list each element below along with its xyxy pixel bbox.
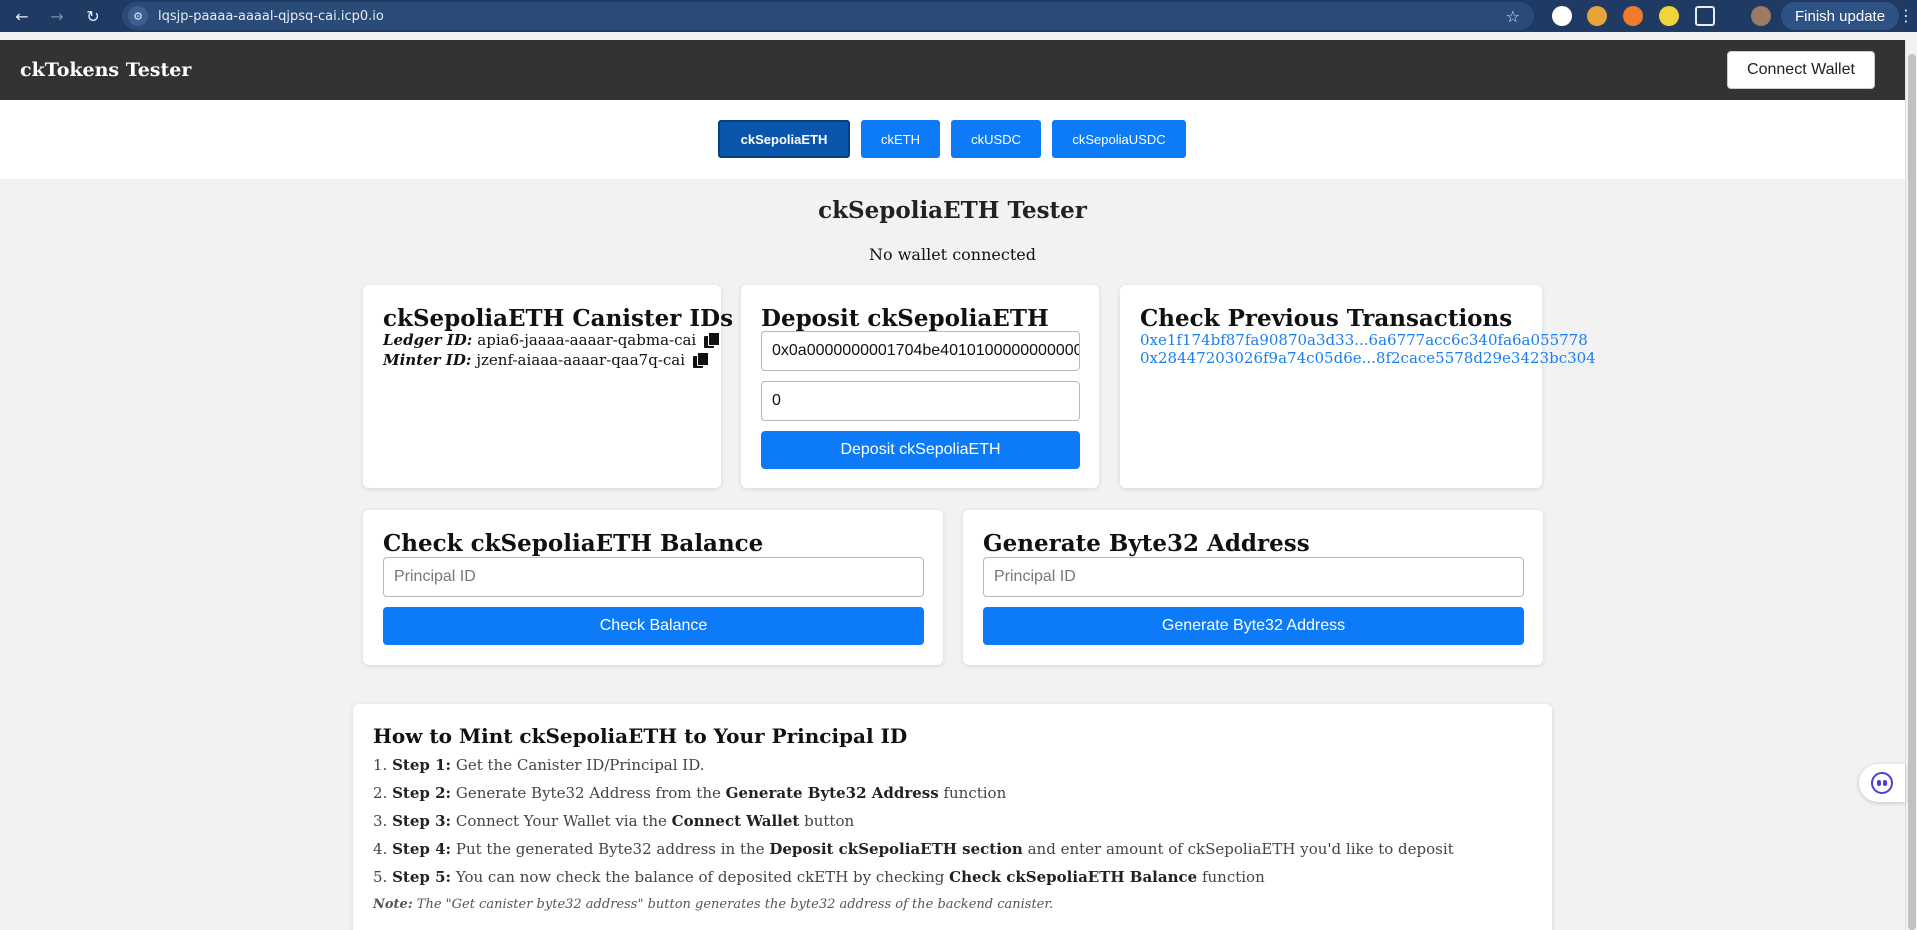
byte32-principal-input[interactable]: Principal ID [983, 557, 1524, 597]
forward-icon[interactable]: → [43, 2, 71, 30]
generate-byte32-button[interactable]: Generate Byte32 Address [983, 607, 1524, 645]
minter-id-row: Minter ID: jzenf-aiaaa-aaaar-qaa7q-cai [383, 351, 710, 369]
minter-id-value: jzenf-aiaaa-aaaar-qaa7q-cai [476, 351, 686, 369]
step-item: 3. Step 3: Connect Your Wallet via the C… [373, 812, 855, 830]
minter-id-label: Minter ID: [383, 351, 472, 369]
ledger-id-row: Ledger ID: apia6-jaaaa-aaaar-qabma-cai [383, 331, 721, 349]
reload-icon[interactable]: ↻ [79, 2, 107, 30]
connect-wallet-button[interactable]: Connect Wallet [1727, 51, 1875, 89]
byte32-card: Generate Byte32 Address Principal ID Gen… [963, 510, 1543, 665]
canister-ids-card: ckSepoliaETH Canister IDs Ledger ID: api… [363, 285, 733, 488]
byte32-title: Generate Byte32 Address [983, 530, 1310, 557]
transaction-link[interactable]: 0x28447203026f9a74c05d6e...8f2cace5578d2… [1140, 349, 1596, 367]
transaction-link[interactable]: 0xe1f174bf87fa90870a3d33...6a6777acc6c34… [1140, 331, 1588, 349]
deposit-button[interactable]: Deposit ckSepoliaETH [761, 431, 1080, 469]
extension-ghost-icon[interactable] [1552, 6, 1572, 26]
bookmark-star-icon[interactable]: ☆ [1506, 7, 1520, 26]
tab-cketh[interactable]: ckETH [861, 120, 940, 158]
ledger-id-label: Ledger ID: [383, 331, 473, 349]
app-title: ckTokens Tester [20, 59, 192, 81]
copy-minter-id-icon[interactable] [693, 352, 710, 368]
app-header: ckTokens Tester Connect Wallet [0, 40, 1905, 100]
site-info-icon[interactable]: ⚙ [128, 6, 148, 26]
assistant-face-icon [1871, 772, 1893, 794]
tab-ckusdc[interactable]: ckUSDC [951, 120, 1041, 158]
check-balance-title: Check ckSepoliaETH Balance [383, 530, 764, 557]
step-item: 1. Step 1: Get the Canister ID/Principal… [373, 756, 705, 774]
scrollbar-thumb[interactable] [1908, 54, 1916, 930]
tab-cksepoliausdc[interactable]: ckSepoliaUSDC [1052, 120, 1186, 158]
tab-cksepoliaeth[interactable]: ckSepoliaETH [718, 120, 850, 158]
how-to-note: Note: The "Get canister byte32 address" … [373, 897, 1054, 912]
deposit-amount-input[interactable]: 0 [761, 381, 1080, 421]
step-item: 4. Step 4: Put the generated Byte32 addr… [373, 840, 1454, 858]
deposit-address-input[interactable]: 0x0a0000000001704be401010000000000000000… [761, 331, 1080, 371]
extension-smiley-icon[interactable] [1659, 6, 1679, 26]
canister-ids-title: ckSepoliaETH Canister IDs [383, 305, 734, 332]
extensions-puzzle-icon[interactable] [1695, 6, 1715, 26]
how-to-mint-card: How to Mint ckSepoliaETH to Your Princip… [353, 704, 1552, 930]
extension-metamask-icon[interactable] [1623, 6, 1643, 26]
finish-update-button[interactable]: Finish update [1781, 2, 1900, 30]
browser-menu-icon[interactable]: ⋮ [1898, 6, 1914, 25]
check-balance-card: Check ckSepoliaETH Balance Principal ID … [363, 510, 943, 665]
how-to-mint-title: How to Mint ckSepoliaETH to Your Princip… [373, 724, 908, 748]
step-item: 5. Step 5: You can now check the balance… [373, 868, 1265, 886]
browser-toolbar: ← → ↻ ⚙ lqsjp-paaaa-aaaal-qjpsq-cai.icp0… [0, 0, 1917, 32]
page-scrollbar[interactable] [1905, 40, 1917, 930]
url-text[interactable]: lqsjp-paaaa-aaaal-qjpsq-cai.icp0.io [158, 9, 384, 24]
balance-principal-input[interactable]: Principal ID [383, 557, 924, 597]
deposit-title: Deposit ckSepoliaETH [761, 305, 1049, 332]
check-balance-button[interactable]: Check Balance [383, 607, 924, 645]
transactions-title: Check Previous Transactions [1140, 305, 1513, 332]
token-tab-bar: ckSepoliaETH ckETH ckUSDC ckSepoliaUSDC [0, 100, 1905, 179]
page-title: ckSepoliaETH Tester [818, 197, 1087, 224]
copy-ledger-id-icon[interactable] [704, 332, 721, 348]
address-bar[interactable]: ⚙ lqsjp-paaaa-aaaal-qjpsq-cai.icp0.io ☆ [122, 2, 1534, 30]
step-item: 2. Step 2: Generate Byte32 Address from … [373, 784, 1007, 802]
extension-fox-icon[interactable] [1587, 6, 1607, 26]
wallet-status: No wallet connected [869, 245, 1036, 264]
ledger-id-value: apia6-jaaaa-aaaar-qabma-cai [477, 331, 697, 349]
profile-avatar[interactable] [1751, 6, 1771, 26]
assistant-widget-button[interactable] [1859, 764, 1905, 802]
deposit-card: Deposit ckSepoliaETH 0x0a0000000001704be… [741, 285, 1099, 488]
transactions-card: Check Previous Transactions 0xe1f174bf87… [1120, 285, 1596, 488]
back-icon[interactable]: ← [8, 2, 36, 30]
